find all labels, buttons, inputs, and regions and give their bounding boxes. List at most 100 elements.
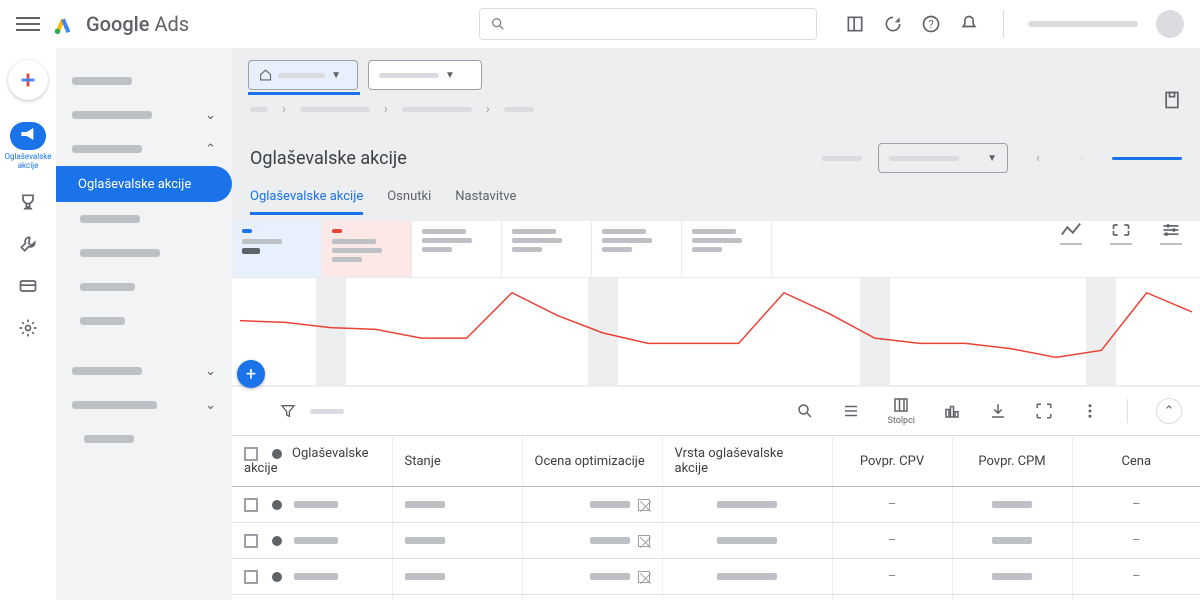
rail-billing[interactable] <box>18 276 38 296</box>
rail-tools[interactable] <box>18 234 38 254</box>
col-type[interactable]: Vrsta oglaševalske akcije <box>662 436 832 487</box>
cell-skeleton <box>294 501 338 508</box>
col-cpv[interactable]: Povpr. CPV <box>832 436 952 487</box>
divider <box>1127 399 1128 423</box>
date-prev-button[interactable]: ‹ <box>1024 144 1052 172</box>
cell-dash: – <box>832 523 952 559</box>
reports-icon[interactable] <box>845 14 865 34</box>
breadcrumb-item[interactable] <box>504 107 534 112</box>
nav-item[interactable] <box>56 236 232 270</box>
title-actions: ▼ ‹ › <box>822 143 1182 173</box>
breadcrumb-item[interactable] <box>300 107 370 112</box>
caret-down-icon: ▼ <box>987 153 997 164</box>
cell-skeleton <box>590 501 630 508</box>
avatar[interactable] <box>1156 10 1184 38</box>
scorecard[interactable] <box>682 221 772 277</box>
cell-skeleton <box>992 573 1032 580</box>
chevron-up-icon: ⌃ <box>205 142 216 157</box>
col-optscore[interactable]: Ocena optimizacije <box>522 436 662 487</box>
status-dot-icon <box>272 500 282 510</box>
breadcrumb-item[interactable] <box>250 107 268 112</box>
breadcrumb-item[interactable] <box>402 107 472 112</box>
nav-item[interactable] <box>56 270 232 304</box>
cell-skeleton <box>294 537 338 544</box>
menu-icon[interactable] <box>16 12 40 36</box>
table-row[interactable]: – – <box>232 523 1200 559</box>
fullscreen-button[interactable] <box>1035 402 1053 420</box>
cell-skeleton <box>405 501 445 508</box>
row-checkbox[interactable] <box>244 498 258 512</box>
no-data-icon <box>638 535 650 547</box>
table-row[interactable]: – – <box>232 487 1200 523</box>
reports-button[interactable] <box>943 402 961 420</box>
rail-campaigns[interactable]: Oglaševalske akcije <box>0 122 56 170</box>
campaign-scope-dropdown[interactable]: ▼ <box>368 60 482 90</box>
trophy-icon <box>18 192 38 212</box>
cell-skeleton <box>992 537 1032 544</box>
col-campaign[interactable]: Oglaševalske akcije <box>232 436 392 487</box>
collapse-button[interactable]: ⌃ <box>1156 398 1182 424</box>
scorecard[interactable] <box>502 221 592 277</box>
nav-item[interactable] <box>56 422 232 456</box>
side-nav: ⌄ ⌃ Oglaševalske akcije ⌄ ⌄ <box>56 48 232 600</box>
chart-type-button[interactable] <box>1060 221 1082 245</box>
nav-item-campaigns[interactable]: Oglaševalske akcije <box>56 166 232 202</box>
scorecard-blue[interactable] <box>232 221 322 277</box>
add-campaign-fab[interactable]: + <box>237 360 265 388</box>
scorecard[interactable] <box>592 221 682 277</box>
nav-item-expandable[interactable]: ⌄ <box>56 354 232 388</box>
columns-button[interactable]: Stolpci <box>888 396 915 426</box>
nav-item-expandable[interactable]: ⌃ <box>56 132 232 166</box>
filter-icon[interactable] <box>280 403 296 419</box>
create-button[interactable] <box>8 60 48 100</box>
save-view-icon[interactable] <box>1162 90 1182 114</box>
tab-drafts[interactable]: Osnutki <box>387 181 431 215</box>
nav-item[interactable] <box>56 64 232 98</box>
segment-button[interactable] <box>842 402 860 420</box>
megaphone-icon <box>10 122 46 150</box>
filter-label-skeleton <box>310 409 344 414</box>
refresh-icon[interactable] <box>883 14 903 34</box>
row-checkbox[interactable] <box>244 534 258 548</box>
panel <box>232 221 1200 385</box>
adjust-button[interactable] <box>1160 221 1182 245</box>
help-icon[interactable]: ? <box>921 14 941 34</box>
col-status[interactable]: Stanje <box>392 436 522 487</box>
chevron-down-icon: ⌄ <box>205 364 216 379</box>
table-row[interactable]: – – <box>232 595 1200 600</box>
active-underline <box>248 92 360 95</box>
cell-skeleton <box>590 537 630 544</box>
expand-button[interactable] <box>1110 221 1132 245</box>
nav-item-expandable[interactable]: ⌄ <box>56 388 232 422</box>
bell-icon[interactable] <box>959 14 979 34</box>
account-scope-dropdown[interactable]: ▼ <box>248 60 358 90</box>
date-range-dropdown[interactable]: ▼ <box>878 143 1008 173</box>
download-button[interactable] <box>989 402 1007 420</box>
search-input[interactable] <box>479 8 817 40</box>
rail-goals[interactable] <box>18 192 38 212</box>
nav-item[interactable] <box>56 202 232 236</box>
columns-label: Stolpci <box>888 416 915 426</box>
nav-item-expandable[interactable]: ⌄ <box>56 98 232 132</box>
cell-skeleton <box>717 573 777 580</box>
label-skeleton <box>822 156 862 161</box>
col-cpm[interactable]: Povpr. CPM <box>952 436 1072 487</box>
row-checkbox[interactable] <box>244 570 258 584</box>
more-button[interactable] <box>1081 402 1099 420</box>
checkbox-all[interactable] <box>244 447 258 461</box>
table-search-button[interactable] <box>796 402 814 420</box>
scorecard[interactable] <box>412 221 502 277</box>
table-row[interactable]: – – <box>232 559 1200 595</box>
date-next-button[interactable]: › <box>1068 144 1096 172</box>
nav-item[interactable] <box>56 304 232 338</box>
tab-settings[interactable]: Nastavitve <box>455 181 516 215</box>
col-price[interactable]: Cena <box>1072 436 1200 487</box>
tab-campaigns[interactable]: Oglaševalske akcije <box>250 181 363 215</box>
divider <box>1003 10 1004 38</box>
campaigns-table: Oglaševalske akcije Stanje Ocena optimiz… <box>232 435 1200 600</box>
rail-admin[interactable] <box>18 318 38 338</box>
scorecard-red[interactable] <box>322 221 412 277</box>
chevron-down-icon: ⌄ <box>205 108 216 123</box>
main-panel: ▼ ▼ › › › Oglaševalske akcije ▼ ‹ › <box>232 48 1200 600</box>
cell-skeleton <box>717 537 777 544</box>
